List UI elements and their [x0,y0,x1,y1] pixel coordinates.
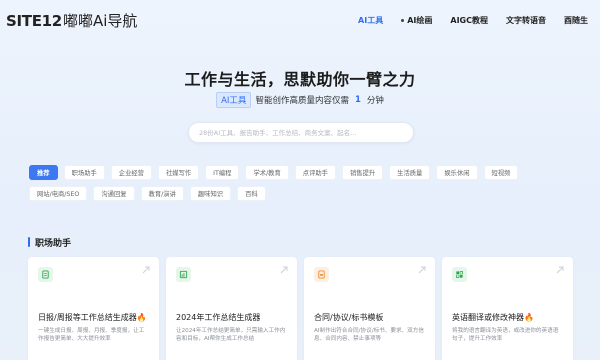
nav-item-ai-tools[interactable]: AI工具 [358,15,383,26]
tool-card[interactable]: 日报/周报等工作总结生成器🔥 一键生成日报、周报、月报、季度报，让工作报告更简单… [28,257,159,360]
tool-card-description: 一键生成日报、周报、月报、季度报，让工作报告更简单、大大提升效率 [38,328,145,342]
chip-business[interactable]: 企业经营 [110,165,152,180]
site-logo[interactable]: SITE12 嘟嘟Ai导航 [6,10,137,31]
translate-icon [452,267,467,282]
nav-item-aigc-tutorial[interactable]: AIGC教程 [450,15,488,26]
chip-workplace[interactable]: 职场助手 [63,165,105,180]
chip-speech[interactable]: 教育/演讲 [140,186,184,201]
tool-card-title: 2024年工作总结生成器 [176,313,261,322]
chip-social-writing[interactable]: 社媒写作 [157,165,200,180]
tool-card-description: 将我的语言翻译为英语，或改进你的英语语句子，提升工作效率 [452,328,559,342]
chip-trivia[interactable]: 趣味知识 [189,186,232,201]
tool-card-list: 日报/周报等工作总结生成器🔥 一键生成日报、周报、月报、季度报，让工作报告更简单… [28,257,574,360]
chip-it-programming[interactable]: IT编程 [205,165,240,180]
top-navbar: SITE12 嘟嘟Ai导航 AI工具 AI绘画 AIGC教程 文字转语音 酉随生 [0,0,600,40]
tool-card[interactable]: 2024年工作总结生成器 让2024年工作总结更简单，只需输入工作内容和目标，A… [166,257,297,360]
search-box [188,122,414,143]
nav-item-label: AI绘画 [407,15,433,25]
tool-card-description: AI制作出符合合同/协议/标书、要求、双方信息、合同内容、禁止事项等 [314,328,424,342]
hero-badge: AI工具 [216,92,252,108]
nav-item-ai-painting[interactable]: AI绘画 [401,15,432,26]
chip-academic[interactable]: 学术/教育 [245,165,289,180]
search-input[interactable] [199,128,403,137]
file-icon [38,267,53,282]
hero-subtitle-prefix: 智能创作高质量内容仅需 [255,96,349,106]
hero-subtitle-number: 1 [354,95,361,105]
logo-sub-text: 嘟嘟Ai导航 [62,11,138,30]
tool-card[interactable]: 合同/协议/标书模板 AI制作出符合合同/协议/标书、要求、双方信息、合同内容、… [304,257,435,360]
nav-item-text-to-speech[interactable]: 文字转语音 [506,15,546,26]
hero-subtitle-suffix: 分钟 [366,96,384,106]
chip-short-video[interactable]: 短视频 [483,165,519,180]
chip-review[interactable]: 点评助手 [294,165,336,180]
arrow-up-right-icon [418,266,426,274]
tool-card[interactable]: 英语翻译或修改神器🔥 将我的语言翻译为英语，或改进你的英语语句子，提升工作效率 [442,257,573,360]
chip-entertainment[interactable]: 娱乐休闲 [436,165,478,180]
tool-card-title: 英语翻译或修改神器🔥 [452,313,534,322]
chart-icon [176,267,191,282]
hero-title: 工作与生活，思默助你一臂之力 [184,70,416,89]
chip-life[interactable]: 生活质量 [389,165,431,180]
bullet-icon [401,18,405,22]
tool-card-title: 日报/周报等工作总结生成器🔥 [38,313,147,322]
chip-web-seo[interactable]: 网站/电商/SEO [29,186,88,201]
chip-communication[interactable]: 沟通回复 [93,186,135,201]
tool-card-description: 让2024年工作总结更简单，只需输入工作内容和目标，AI帮你生成工作总结 [176,328,286,342]
contract-icon [314,267,329,282]
hero-subtitle: AI工具 智能创作高质量内容仅需 1 分钟 [0,92,600,108]
arrow-up-right-icon [556,266,564,274]
category-chips: 推荐 职场助手 企业经营 社媒写作 IT编程 学术/教育 点评助手 销售提升 生… [29,165,569,201]
chip-sales[interactable]: 销售提升 [341,165,384,180]
chip-recommended[interactable]: 推荐 [29,165,58,180]
logo-main-text: SITE12 [6,11,62,30]
section-accent-bar [28,237,30,247]
chip-encyclopedia[interactable]: 百科 [237,186,266,201]
arrow-up-right-icon [142,266,150,274]
nav-links: AI工具 AI绘画 AIGC教程 文字转语音 酉随生 [358,15,588,26]
nav-item-last[interactable]: 酉随生 [564,15,588,26]
tool-card-title: 合同/协议/标书模板 [314,313,384,322]
section-title-text: 职场助手 [35,238,72,249]
arrow-up-right-icon [280,266,288,274]
section-heading: 职场助手 [28,236,72,249]
